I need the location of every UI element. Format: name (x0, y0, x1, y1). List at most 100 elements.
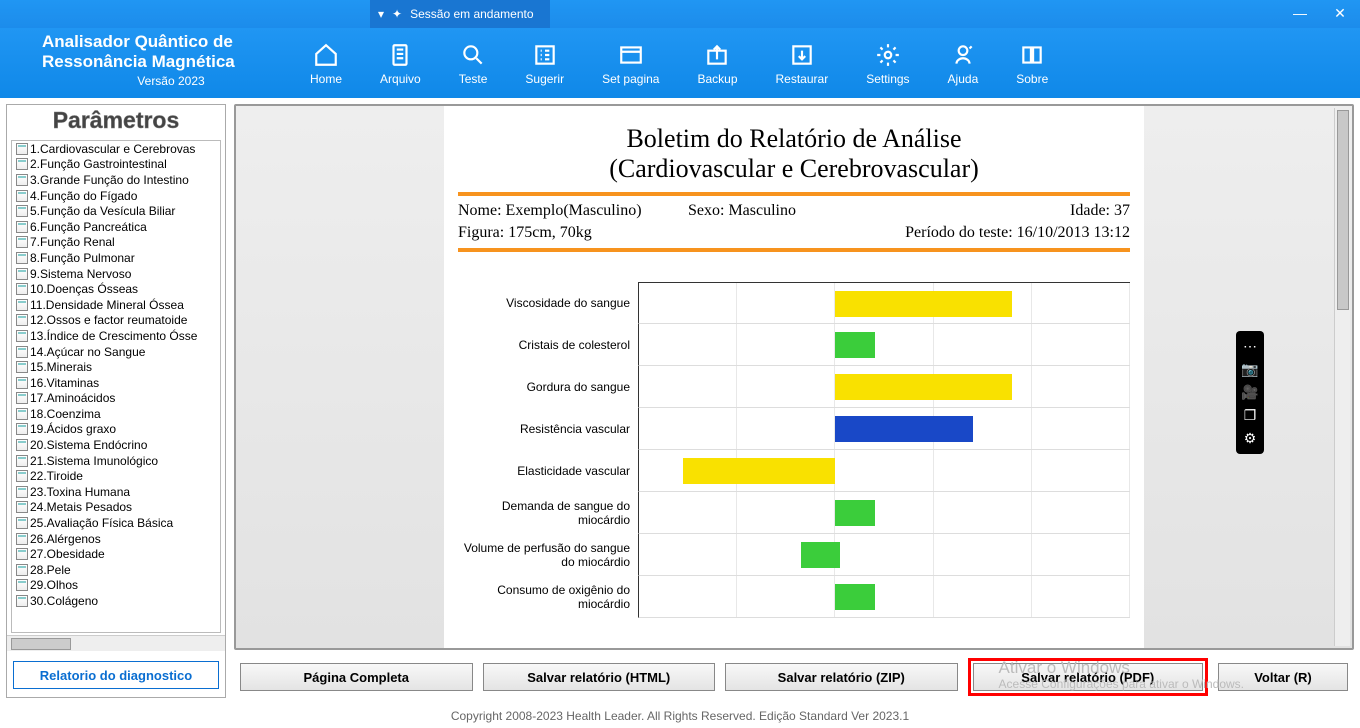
doc-icon (16, 158, 28, 170)
minimize-button[interactable]: — (1280, 3, 1320, 25)
chart-cell (638, 450, 1130, 492)
tool-backup[interactable]: Backup (697, 42, 737, 86)
session-badge: ▾ ✦ Sessão em andamento (370, 0, 550, 28)
tree-item[interactable]: 26.Alérgenos (12, 531, 220, 547)
chart-cell (638, 366, 1130, 408)
tree-item[interactable]: 28.Pele (12, 562, 220, 578)
doc-icon (16, 268, 28, 280)
v-scrollbar[interactable] (1334, 108, 1350, 646)
tree-item[interactable]: 18.Coenzima (12, 406, 220, 422)
tree-item[interactable]: 27.Obesidade (12, 546, 220, 562)
doc-icon (16, 314, 28, 326)
doc-icon (16, 236, 28, 248)
param-tree[interactable]: 1.Cardiovascular e Cerebrovas2.Função Ga… (12, 141, 220, 632)
tree-item[interactable]: 29.Olhos (12, 578, 220, 594)
chevron-down-icon: ▾ (378, 7, 384, 21)
info-age: Idade: 37 (920, 202, 1130, 220)
doc-icon (16, 361, 28, 373)
diagnostic-report-button[interactable]: Relatorio do diagnostico (13, 661, 219, 689)
tree-item[interactable]: 10.Doenças Ósseas (12, 281, 220, 297)
doc-icon (16, 377, 28, 389)
chart-label: Viscosidade do sangue (458, 296, 638, 310)
sidebar-title: Parâmetros (7, 105, 225, 138)
tool-teste[interactable]: Teste (459, 42, 488, 86)
doc-icon (16, 143, 28, 155)
tree-item[interactable]: 5.Função da Vesícula Biliar (12, 203, 220, 219)
chart-label: Cristais de colesterol (458, 338, 638, 352)
tree-item[interactable]: 22.Tiroide (12, 468, 220, 484)
divider (458, 248, 1130, 252)
tree-item[interactable]: 17.Aminoácidos (12, 391, 220, 407)
report-title: Boletim do Relatório de Análise (458, 124, 1130, 154)
brand-title-1: Analisador Quântico de (42, 32, 300, 52)
gear-icon[interactable]: ⚙ (1236, 427, 1264, 450)
brand-title-2: Ressonância Magnética (42, 52, 300, 72)
tree-item[interactable]: 1.Cardiovascular e Cerebrovas (12, 141, 220, 157)
tree-item[interactable]: 25.Avaliação Física Básica (12, 515, 220, 531)
tree-item[interactable]: 20.Sistema Endócrino (12, 437, 220, 453)
session-text: Sessão em andamento (410, 7, 533, 21)
doc-icon (16, 533, 28, 545)
doc-icon (16, 346, 28, 358)
tree-item[interactable]: 19.Ácidos graxo (12, 422, 220, 438)
doc-icon (16, 439, 28, 451)
video-icon[interactable]: 🎥 (1236, 381, 1264, 404)
tool-settings[interactable]: Settings (866, 42, 909, 86)
back-button[interactable]: Voltar (R) (1218, 663, 1348, 691)
tree-item[interactable]: 7.Função Renal (12, 235, 220, 251)
tree-item[interactable]: 8.Função Pulmonar (12, 250, 220, 266)
tree-item[interactable]: 21.Sistema Imunológico (12, 453, 220, 469)
tree-item[interactable]: 11.Densidade Mineral Óssea (12, 297, 220, 313)
tree-item[interactable]: 12.Ossos e factor reumatoide (12, 313, 220, 329)
report-subtitle: (Cardiovascular e Cerebrovascular) (458, 154, 1130, 184)
tool-home[interactable]: Home (310, 42, 342, 86)
tool-set pagina[interactable]: Set pagina (602, 42, 659, 86)
close-button[interactable]: ✕ (1320, 3, 1360, 25)
h-scrollbar[interactable] (7, 635, 225, 651)
doc-icon (16, 501, 28, 513)
chart-label: Gordura do sangue (458, 380, 638, 394)
tree-item[interactable]: 9.Sistema Nervoso (12, 266, 220, 282)
divider (458, 192, 1130, 196)
tool-sobre[interactable]: Sobre (1016, 42, 1048, 86)
floating-toolbar[interactable]: ⋯ 📷 🎥 ❐ ⚙ (1236, 331, 1264, 454)
footer: Copyright 2008-2023 Health Leader. All R… (0, 704, 1360, 728)
tree-item[interactable]: 2.Função Gastrointestinal (12, 157, 220, 173)
tree-item[interactable]: 24.Metais Pesados (12, 500, 220, 516)
more-icon[interactable]: ⋯ (1236, 335, 1264, 358)
camera-icon[interactable]: 📷 (1236, 358, 1264, 381)
full-page-button[interactable]: Página Completa (240, 663, 473, 691)
tree-item[interactable]: 23.Toxina Humana (12, 484, 220, 500)
tool-sugerir[interactable]: Sugerir (525, 42, 564, 86)
tree-item[interactable]: 4.Função do Fígado (12, 188, 220, 204)
doc-icon (16, 190, 28, 202)
tree-item[interactable]: 30.Colágeno (12, 593, 220, 609)
doc-icon (16, 221, 28, 233)
save-pdf-button[interactable]: Salvar relatório (PDF) (973, 663, 1204, 691)
doc-icon (16, 205, 28, 217)
tree-item[interactable]: 3.Grande Função do Intestino (12, 172, 220, 188)
tree-item[interactable]: 16.Vitaminas (12, 375, 220, 391)
tree-item[interactable]: 6.Função Pancreática (12, 219, 220, 235)
tool-arquivo[interactable]: Arquivo (380, 42, 421, 86)
tree-item[interactable]: 14.Açúcar no Sangue (12, 344, 220, 360)
chart-cell (638, 492, 1130, 534)
save-html-button[interactable]: Salvar relatório (HTML) (483, 663, 716, 691)
bottom-buttons: Página Completa Salvar relatório (HTML) … (234, 656, 1354, 698)
tree-item[interactable]: 15.Minerais (12, 359, 220, 375)
chart-cell (638, 576, 1130, 618)
doc-icon (16, 486, 28, 498)
report-chart: Viscosidade do sangue Cristais de coleste… (458, 282, 1130, 618)
info-figure: Figura: 175cm, 70kg (458, 224, 688, 242)
chart-label: Volume de perfusão do sangue do miocárdi… (458, 541, 638, 569)
copy-icon[interactable]: ❐ (1236, 404, 1264, 427)
chart-cell (638, 534, 1130, 576)
tool-restaurar[interactable]: Restaurar (776, 42, 829, 86)
doc-icon (16, 174, 28, 186)
chart-cell (638, 324, 1130, 366)
tool-ajuda[interactable]: Ajuda (948, 42, 979, 86)
save-zip-button[interactable]: Salvar relatório (ZIP) (725, 663, 958, 691)
tree-item[interactable]: 13.Índice de Crescimento Ósse (12, 328, 220, 344)
doc-icon (16, 283, 28, 295)
doc-icon (16, 579, 28, 591)
